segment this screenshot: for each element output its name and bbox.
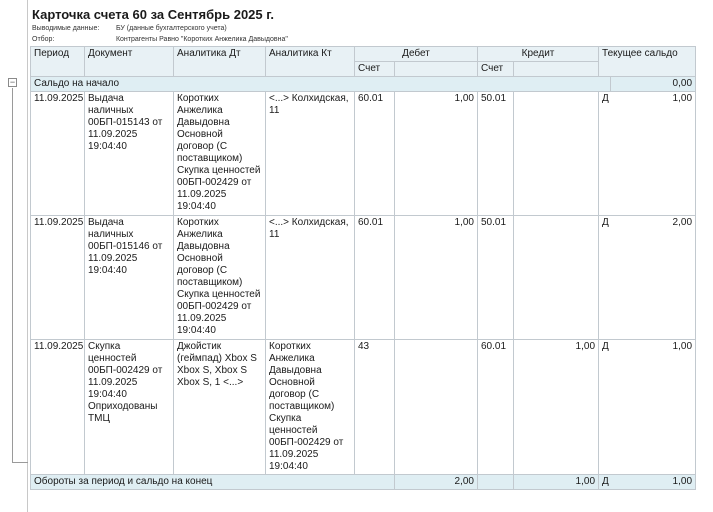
header-period[interactable]: Период <box>30 46 85 77</box>
report-sheet: Карточка счета 60 за Сентябрь 2025 г. Вы… <box>29 0 713 490</box>
cell-analytics-kt: <...> Колхидская, 11 <box>265 215 355 340</box>
cell-balance-side: Д <box>598 215 611 340</box>
cell-kt-amount <box>512 215 600 340</box>
cell-balance-side: Д <box>598 339 611 475</box>
meta-value: БУ (данные бухгалтерского учета) <box>115 25 227 32</box>
cell-dt-amount: 1,00 <box>394 215 478 340</box>
cell-document[interactable]: Выдача наличных 00БП-015143 от 11.09.202… <box>84 91 174 216</box>
totals-balance-amount: 1,00 <box>610 474 697 490</box>
meta-output-data: Выводимые данные: БУ (данные бухгалтерск… <box>30 23 713 34</box>
cell-kt-amount <box>512 91 600 216</box>
header-debit-account[interactable]: Счет <box>354 61 395 77</box>
totals-label: Обороты за период и сальдо на конец <box>30 474 395 490</box>
group-line <box>12 88 13 463</box>
meta-filter: Отбор: Контрагенты Равно "Коротких Анжел… <box>30 34 713 45</box>
header-document[interactable]: Документ <box>84 46 174 77</box>
header-credit[interactable]: Кредит <box>476 46 600 62</box>
totals-debit: 2,00 <box>394 474 478 490</box>
meta-key: Выводимые данные: <box>32 25 100 32</box>
cell-balance-side: Д <box>598 91 611 216</box>
report-title: Карточка счета 60 за Сентябрь 2025 г. <box>32 7 274 22</box>
collapse-group-icon[interactable]: − <box>8 78 17 87</box>
cell-document[interactable]: Скупка ценностей 00БП-002429 от 11.09.20… <box>84 339 174 475</box>
header-debit[interactable]: Дебет <box>354 46 478 62</box>
opening-label: Сальдо на начало <box>29 76 612 92</box>
table-row[interactable]: 11.09.2025 Выдача наличных 00БП-015143 о… <box>30 91 697 216</box>
totals-balance-side: Д <box>598 474 611 490</box>
cell-kt-amount: 1,00 <box>512 339 600 475</box>
cell-period: 11.09.2025 <box>30 215 85 340</box>
cell-period: 11.09.2025 <box>30 91 85 216</box>
cell-balance-amount: 1,00 <box>610 339 697 475</box>
cell-balance-amount: 2,00 <box>610 215 697 340</box>
header-credit-amount <box>512 61 600 77</box>
header-analytics-dt[interactable]: Аналитика Дт <box>173 46 266 77</box>
table-row[interactable]: 11.09.2025 Скупка ценностей 00БП-002429 … <box>30 339 697 475</box>
totals-row[interactable]: Обороты за период и сальдо на конец 2,00… <box>30 474 697 490</box>
cell-dt-account: 43 <box>354 339 395 475</box>
cell-analytics-dt: Коротких Анжелика Давыдовна Основной дог… <box>173 91 266 216</box>
meta-key: Отбор: <box>32 36 55 43</box>
cell-analytics-dt: Коротких Анжелика Давыдовна Основной дог… <box>173 215 266 340</box>
cell-dt-amount: 1,00 <box>394 91 478 216</box>
account-card-table: Период Документ Аналитика Дт Аналитика К… <box>29 46 697 490</box>
cell-analytics-dt: Джойстик (геймпад) Xbox S Xbox S, Xbox S… <box>173 339 266 475</box>
cell-period: 11.09.2025 <box>30 339 85 475</box>
cell-kt-account: 50.01 <box>477 91 514 216</box>
cell-analytics-kt: <...> Колхидская, 11 <box>265 91 355 216</box>
cell-kt-account: 50.01 <box>477 215 514 340</box>
group-line-end <box>12 462 28 463</box>
opening-balance-row[interactable]: Сальдо на начало 0,00 <box>29 76 697 92</box>
cell-document[interactable]: Выдача наличных 00БП-015146 от 11.09.202… <box>84 215 174 340</box>
table-row[interactable]: 11.09.2025 Выдача наличных 00БП-015146 о… <box>30 215 697 340</box>
header-analytics-kt[interactable]: Аналитика Кт <box>265 46 355 77</box>
header-debit-amount <box>394 61 478 77</box>
cell-dt-account: 60.01 <box>354 215 395 340</box>
opening-value: 0,00 <box>610 76 697 92</box>
cell-dt-account: 60.01 <box>354 91 395 216</box>
cell-balance-amount: 1,00 <box>610 91 697 216</box>
header-balance[interactable]: Текущее сальдо <box>598 46 697 77</box>
totals-spacer <box>477 474 514 490</box>
cell-dt-amount <box>394 339 478 475</box>
totals-credit: 1,00 <box>512 474 600 490</box>
row-grouping-gutter: − <box>0 0 28 512</box>
meta-value: Контрагенты Равно "Коротких Анжелика Дав… <box>115 36 288 43</box>
header-credit-account[interactable]: Счет <box>477 61 514 77</box>
cell-analytics-kt: Коротких Анжелика Давыдовна Основной дог… <box>265 339 355 475</box>
cell-kt-account: 60.01 <box>477 339 514 475</box>
